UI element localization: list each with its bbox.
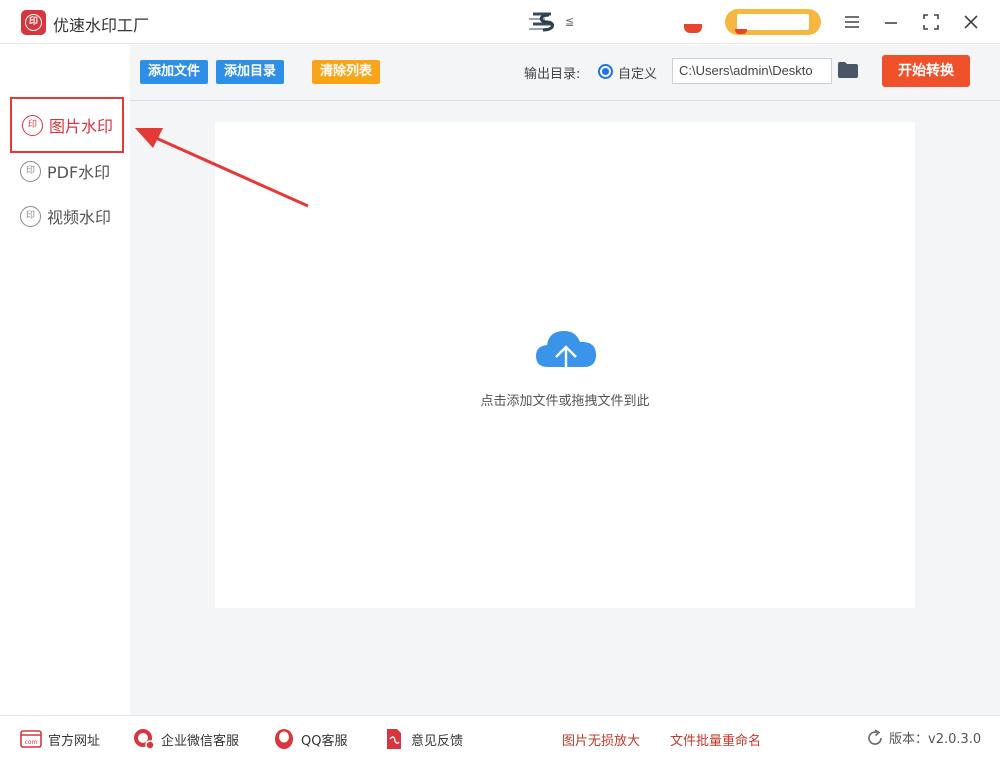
- sidebar-item-label: PDF水印: [47, 163, 111, 182]
- stamp-icon: 印: [22, 114, 43, 136]
- image-upscale-link[interactable]: 图片无损放大: [562, 730, 640, 749]
- website-icon: com: [20, 730, 42, 748]
- sidebar: 印 图片水印 印 PDF水印 印 视频水印: [0, 45, 130, 715]
- maximize-icon[interactable]: [920, 11, 942, 33]
- feedback-label: 意见反馈: [411, 733, 464, 749]
- close-icon[interactable]: [960, 11, 982, 33]
- refresh-icon: [868, 728, 882, 745]
- sidebar-item-video-watermark[interactable]: 印 视频水印: [10, 188, 124, 244]
- app-logo-glyph: 印: [25, 14, 42, 31]
- stamp-icon: 印: [20, 205, 41, 227]
- wechat-icon: [134, 729, 155, 750]
- start-convert-button[interactable]: 开始转换: [882, 55, 970, 87]
- output-path-field[interactable]: C:\Users\admin\Deskto: [672, 58, 832, 84]
- website-link-label: 官方网址: [48, 733, 101, 749]
- website-link[interactable]: com 官方网址: [20, 728, 100, 750]
- cloud-upload-icon: [536, 331, 596, 377]
- website-icon-text: com: [25, 739, 38, 746]
- dropzone-hint: 点击添加文件或拖拽文件到此: [480, 394, 650, 409]
- folder-icon[interactable]: [837, 61, 859, 79]
- feedback-link[interactable]: 意见反馈: [383, 728, 463, 750]
- minimize-icon[interactable]: [880, 11, 902, 33]
- version-info[interactable]: 版本：v2.0.3.0: [866, 728, 981, 747]
- wechat-service-link[interactable]: 企业微信客服: [133, 728, 239, 750]
- promo-text: ≦: [565, 15, 575, 28]
- promo-logo-icon[interactable]: [527, 10, 557, 34]
- app-logo: 印: [21, 10, 46, 35]
- sidebar-item-label: 视频水印: [47, 208, 112, 227]
- add-directory-button[interactable]: 添加目录: [216, 60, 285, 84]
- custom-output-radio[interactable]: [598, 64, 613, 79]
- main-panel: 添加文件 添加目录 清除列表 输出目录: 自定义 C:\Users\admin\…: [130, 45, 1000, 715]
- feedback-icon: [387, 729, 401, 749]
- menu-icon[interactable]: [841, 11, 863, 33]
- custom-output-label[interactable]: 自定义: [618, 63, 657, 82]
- add-file-button[interactable]: 添加文件: [140, 60, 209, 84]
- promo-badge[interactable]: [684, 24, 702, 33]
- qq-service-link[interactable]: QQ客服: [273, 728, 347, 750]
- wechat-service-label: 企业微信客服: [161, 733, 240, 749]
- app-title: 优速水印工厂: [53, 16, 150, 35]
- sidebar-item-label: 图片水印: [49, 117, 114, 136]
- promo-banner[interactable]: [725, 9, 821, 35]
- title-bar: 印 优速水印工厂 ≦: [0, 0, 1000, 44]
- batch-rename-link[interactable]: 文件批量重命名: [670, 730, 761, 749]
- qq-icon: [275, 729, 293, 749]
- file-dropzone[interactable]: 点击添加文件或拖拽文件到此: [215, 122, 915, 608]
- qq-service-label: QQ客服: [301, 733, 348, 749]
- version-label: 版本：v2.0.3.0: [889, 732, 982, 747]
- clear-list-button[interactable]: 清除列表: [312, 60, 381, 84]
- stamp-icon: 印: [20, 160, 41, 182]
- toolbar: 添加文件 添加目录 清除列表 输出目录: 自定义 C:\Users\admin\…: [130, 45, 1000, 101]
- footer-bar: com 官方网址 企业微信客服 QQ客服 意见反馈 图片无损放大 文件批量重命名…: [0, 715, 1000, 760]
- output-directory-label: 输出目录:: [524, 67, 581, 82]
